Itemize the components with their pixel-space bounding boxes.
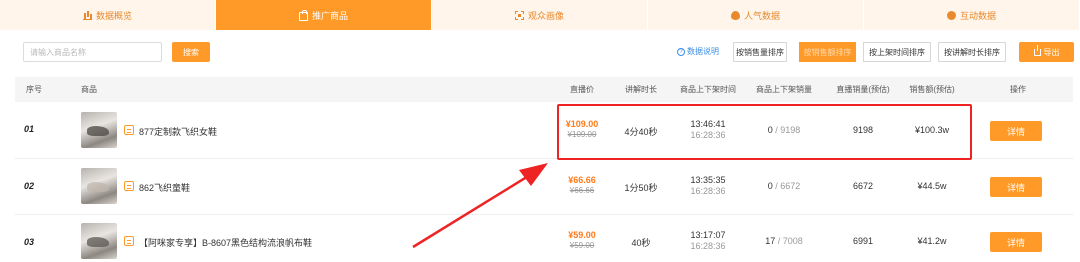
annotation-arrow [412,163,548,249]
